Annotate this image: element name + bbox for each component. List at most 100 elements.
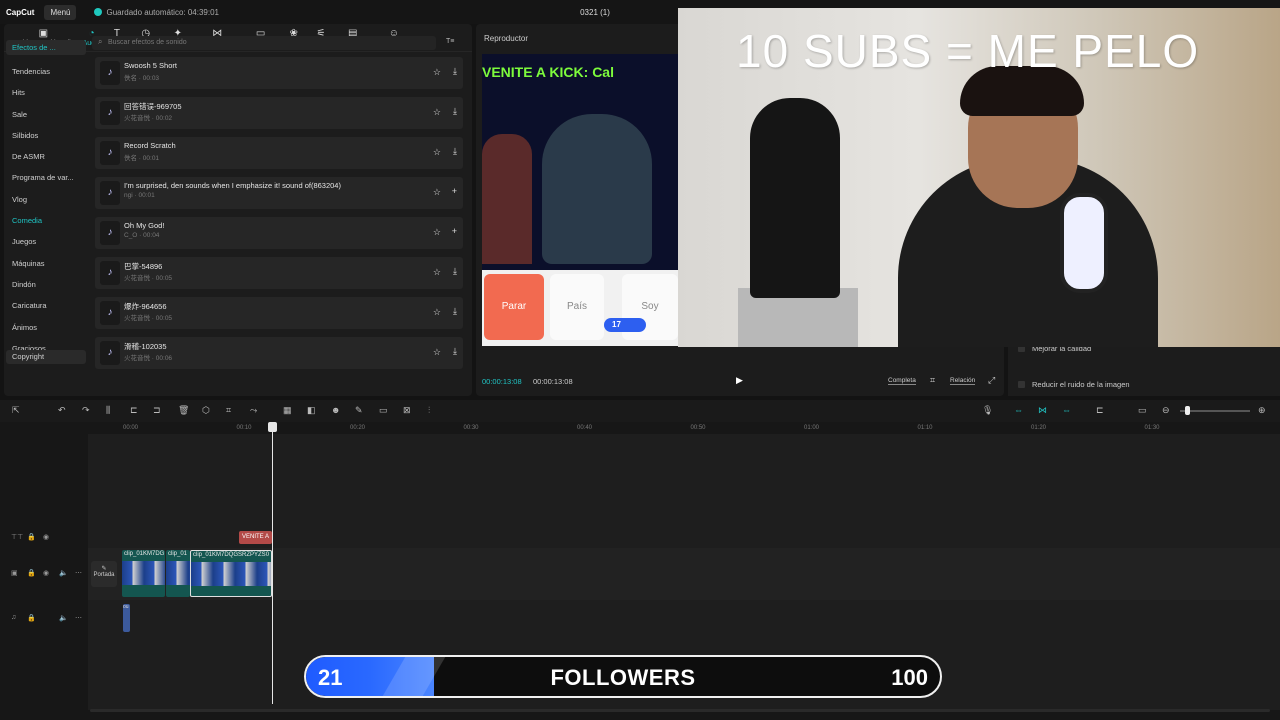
- more-icon[interactable]: ⋯: [75, 614, 82, 622]
- total-time: 00:00:13:08: [533, 377, 573, 386]
- filter-button[interactable]: T≡: [446, 38, 454, 45]
- video-clip[interactable]: clip_01KM7DG: [122, 550, 165, 597]
- download-icon[interactable]: ⤓: [453, 106, 457, 117]
- crop-icon[interactable]: ⌗: [930, 375, 935, 386]
- cover-button[interactable]: ✎ Portada: [91, 561, 117, 587]
- mark-icon[interactable]: ⬡: [202, 405, 210, 416]
- crop-tool-icon[interactable]: ⌗: [226, 405, 231, 416]
- category-item[interactable]: Juegos: [6, 231, 86, 252]
- category-item[interactable]: Sale: [6, 104, 86, 125]
- category-item[interactable]: Programa de var...: [6, 167, 86, 188]
- video-clip-selected[interactable]: clip_01KM7DQGSRZPYZS0: [190, 550, 272, 597]
- fullscreen-icon[interactable]: ⤢: [988, 375, 995, 386]
- timeline-scrollbar[interactable]: [90, 709, 1270, 712]
- aspect-icon[interactable]: ▭: [379, 405, 388, 416]
- category-item[interactable]: Caricatura: [6, 295, 86, 316]
- favorite-icon[interactable]: ☆: [433, 147, 441, 158]
- link-icon[interactable]: ⇔: [1014, 405, 1023, 415]
- category-item[interactable]: Tendencias: [6, 61, 86, 82]
- category-item[interactable]: Vlog: [6, 189, 86, 210]
- preview-poll: Parar País Soy 17: [482, 270, 678, 346]
- trim-left-icon[interactable]: ⊏: [130, 405, 138, 416]
- visibility-icon[interactable]: ◉: [43, 569, 49, 577]
- more-icon[interactable]: ⋯: [75, 569, 82, 577]
- favorite-icon[interactable]: ☆: [433, 347, 441, 358]
- full-quality-button[interactable]: Completa: [888, 377, 916, 385]
- volume-icon[interactable]: 🔈: [59, 614, 68, 622]
- preview-banner-text: VENITE A KICK: Cal: [482, 64, 614, 80]
- favorite-icon[interactable]: ☆: [433, 67, 441, 78]
- reduce-noise-option[interactable]: Reducir el ruido de la imagen: [1018, 380, 1130, 389]
- download-icon[interactable]: ⤓: [453, 146, 457, 157]
- volume-icon[interactable]: 🔈: [59, 569, 68, 577]
- sound-item[interactable]: ♪ 巴掌-54896 火花音悦 · 00:05 ☆ ⤓: [95, 257, 463, 289]
- lock-icon[interactable]: 🔒: [27, 614, 36, 622]
- download-icon[interactable]: ⤓: [453, 266, 457, 277]
- favorite-icon[interactable]: ☆: [433, 107, 441, 118]
- sound-item[interactable]: ♪ Record Scratch 佚名 · 00:01 ☆ ⤓: [95, 137, 463, 169]
- mirror-icon[interactable]: ◧: [307, 405, 316, 416]
- mic-icon[interactable]: 🎙: [982, 405, 993, 416]
- zoom-slider-handle[interactable]: [1185, 406, 1190, 415]
- video-preview[interactable]: VENITE A KICK: Cal Parar País Soy 17: [482, 54, 678, 346]
- sound-item[interactable]: ♪ 滑稽-102035 火花音悦 · 00:06 ☆ ⤓: [95, 337, 463, 369]
- category-item[interactable]: Dindón: [6, 274, 86, 295]
- lock-icon[interactable]: 🔒: [27, 533, 36, 541]
- audio-clip[interactable]: ou: [123, 604, 130, 632]
- freeze-icon[interactable]: ▦: [283, 405, 292, 416]
- delete-icon[interactable]: 🗑: [178, 405, 189, 416]
- trim-right-icon[interactable]: ⊐: [153, 405, 161, 416]
- category-item[interactable]: De ASMR: [6, 146, 86, 167]
- remove-bg-icon[interactable]: ☻: [331, 405, 340, 415]
- preview-axis-icon[interactable]: ⊏: [1096, 405, 1104, 416]
- transform-icon[interactable]: ⊠: [403, 405, 411, 416]
- music-note-icon: ♪: [100, 181, 120, 205]
- category-item[interactable]: Comedia: [6, 210, 86, 231]
- download-icon[interactable]: ⤓: [453, 66, 457, 77]
- speed-icon[interactable]: ⤳: [250, 405, 257, 416]
- zoom-out-icon[interactable]: ⊖: [1162, 405, 1170, 416]
- play-icon[interactable]: ▶: [736, 375, 743, 386]
- category-item[interactable]: Silbidos: [6, 125, 86, 146]
- split-icon[interactable]: ⫼: [106, 405, 110, 416]
- favorite-icon[interactable]: ☆: [433, 227, 441, 238]
- zoom-slider[interactable]: [1180, 410, 1250, 412]
- category-item[interactable]: Hits: [6, 82, 86, 103]
- playhead[interactable]: [272, 424, 273, 704]
- sound-item[interactable]: ♪ 爆炸-964656 火花音悦 · 00:05 ☆ ⤓: [95, 297, 463, 329]
- caption-track-icon[interactable]: ▭: [1138, 405, 1147, 416]
- redo-icon[interactable]: ↷: [82, 405, 90, 416]
- menu-button[interactable]: Menú: [44, 4, 77, 20]
- visibility-icon[interactable]: ◉: [43, 533, 49, 541]
- favorite-icon[interactable]: ☆: [433, 267, 441, 278]
- category-header[interactable]: Efectos de ...: [6, 40, 86, 55]
- magnet-icon[interactable]: ⋈: [1038, 405, 1047, 416]
- category-item[interactable]: Ánimos: [6, 317, 86, 338]
- sound-item[interactable]: ♪ Swoosh 5 Short 佚名 · 00:03 ☆ ⤓: [95, 57, 463, 89]
- sound-search-input[interactable]: Buscar efectos de sonido: [92, 36, 436, 50]
- undo-icon[interactable]: ↶: [58, 405, 66, 416]
- select-tool-icon[interactable]: ⇱: [12, 405, 20, 416]
- playhead-handle[interactable]: [268, 422, 277, 432]
- download-icon[interactable]: ⤓: [453, 346, 457, 357]
- category-copyright[interactable]: Copyright: [6, 350, 86, 364]
- video-clip[interactable]: clip_01: [166, 550, 190, 597]
- sound-meta: 火花音悦 · 00:05: [124, 272, 172, 282]
- sound-item[interactable]: ♪ Oh My God! C_O · 00:04 ☆ +: [95, 217, 463, 249]
- snap-icon[interactable]: ⇔: [1062, 405, 1071, 415]
- add-icon[interactable]: +: [452, 186, 457, 196]
- magic-icon[interactable]: ✎: [355, 405, 363, 416]
- zoom-in-icon[interactable]: ⊕: [1258, 405, 1266, 416]
- checkbox-icon[interactable]: [1018, 381, 1025, 388]
- ratio-button[interactable]: Relación: [950, 377, 976, 385]
- lock-icon[interactable]: 🔒: [27, 569, 36, 577]
- favorite-icon[interactable]: ☆: [433, 307, 441, 318]
- sound-item[interactable]: ♪ 回答错误-969705 火花音悦 · 00:02 ☆ ⤓: [95, 97, 463, 129]
- audio-split-icon[interactable]: ⫶: [428, 405, 430, 416]
- category-item[interactable]: Máquinas: [6, 253, 86, 274]
- download-icon[interactable]: ⤓: [453, 306, 457, 317]
- sound-item[interactable]: ♪ I'm surprised, den sounds when I emphas…: [95, 177, 463, 209]
- favorite-icon[interactable]: ☆: [433, 187, 441, 198]
- add-icon[interactable]: +: [452, 226, 457, 236]
- text-clip[interactable]: VENITE A: [239, 531, 272, 544]
